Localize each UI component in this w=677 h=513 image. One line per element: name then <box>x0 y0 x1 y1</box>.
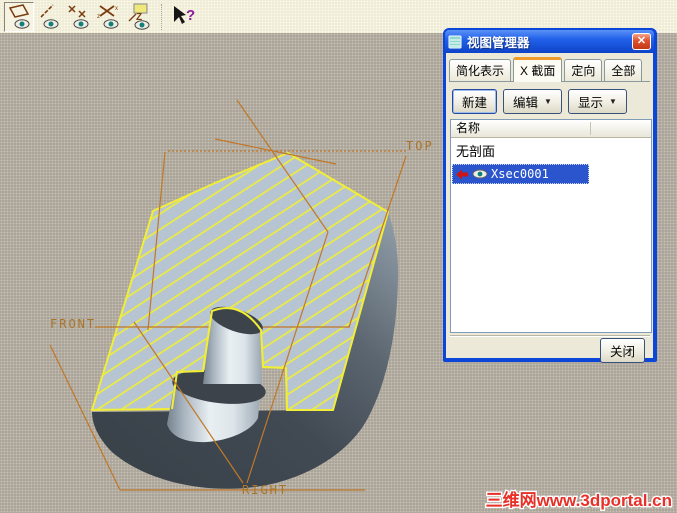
watermark: 三维网www.3dportal.cn <box>486 490 672 510</box>
annotation-display-toggle[interactable]: Z <box>124 2 154 32</box>
active-section-arrow-icon <box>456 169 468 179</box>
list-item-xsec0001-selected[interactable]: Xsec0001 <box>452 164 589 184</box>
datum-plane-icon <box>8 3 30 29</box>
chevron-down-icon: ▼ <box>544 97 552 106</box>
dialog-separator <box>450 335 650 337</box>
dialog-titlebar[interactable]: 视图管理器 ✕ <box>445 30 654 53</box>
edit-button-label: 编辑 <box>513 96 539 110</box>
help-cursor-icon: ? <box>174 5 195 24</box>
svg-text:x: x <box>115 6 118 12</box>
svg-text:z: z <box>97 14 100 20</box>
datum-label-right: RIGHT <box>242 483 288 497</box>
name-column-label: 名称 <box>456 121 481 135</box>
edit-button[interactable]: 编辑 ▼ <box>503 89 562 114</box>
datum-axis-display-toggle[interactable] <box>34 2 64 32</box>
csys-display-toggle[interactable]: z x <box>94 2 124 32</box>
datum-point-icon <box>68 4 89 29</box>
display-button-label: 显示 <box>577 96 603 110</box>
view-manager-dialog: 视图管理器 ✕ 简化表示 X 截面 定向 全部 新建 编辑 ▼ 显示 ▼ 名称 … <box>443 28 657 363</box>
tab-orient[interactable]: 定向 <box>564 59 603 81</box>
dialog-tabstrip: 简化表示 X 截面 定向 全部 <box>449 57 650 82</box>
dialog-action-row: 新建 编辑 ▼ 显示 ▼ <box>452 89 627 114</box>
list-column-header[interactable]: 名称 <box>451 120 651 138</box>
section-list: 名称 无剖面 Xsec0001 <box>450 119 652 333</box>
window-icon <box>448 35 462 48</box>
new-button[interactable]: 新建 <box>452 89 498 114</box>
close-icon[interactable]: ✕ <box>632 33 651 50</box>
annotation-icon: Z <box>128 3 150 30</box>
csys-icon: z x <box>97 4 119 29</box>
datum-point-display-toggle[interactable] <box>64 2 94 32</box>
visibility-eye-icon <box>472 169 488 179</box>
tab-xsection[interactable]: X 截面 <box>513 57 563 82</box>
dialog-title: 视图管理器 <box>467 36 530 50</box>
context-help-button[interactable]: ? <box>169 2 199 32</box>
datum-label-front: FRONT <box>50 317 96 331</box>
column-divider <box>590 122 591 135</box>
close-button[interactable]: 关闭 <box>599 338 645 363</box>
datum-label-top: TOP <box>406 139 434 153</box>
section-name-label: Xsec0001 <box>491 167 549 181</box>
datum-axis-icon <box>40 3 59 29</box>
tab-all[interactable]: 全部 <box>604 59 643 81</box>
tab-simplified-rep[interactable]: 简化表示 <box>449 59 512 81</box>
toolbar-separator <box>161 3 162 30</box>
display-button[interactable]: 显示 ▼ <box>567 89 627 114</box>
chevron-down-icon: ▼ <box>608 97 617 106</box>
svg-text:?: ? <box>186 7 195 24</box>
datum-plane-display-toggle[interactable] <box>4 1 34 32</box>
list-item-no-section[interactable]: 无剖面 <box>451 138 651 163</box>
